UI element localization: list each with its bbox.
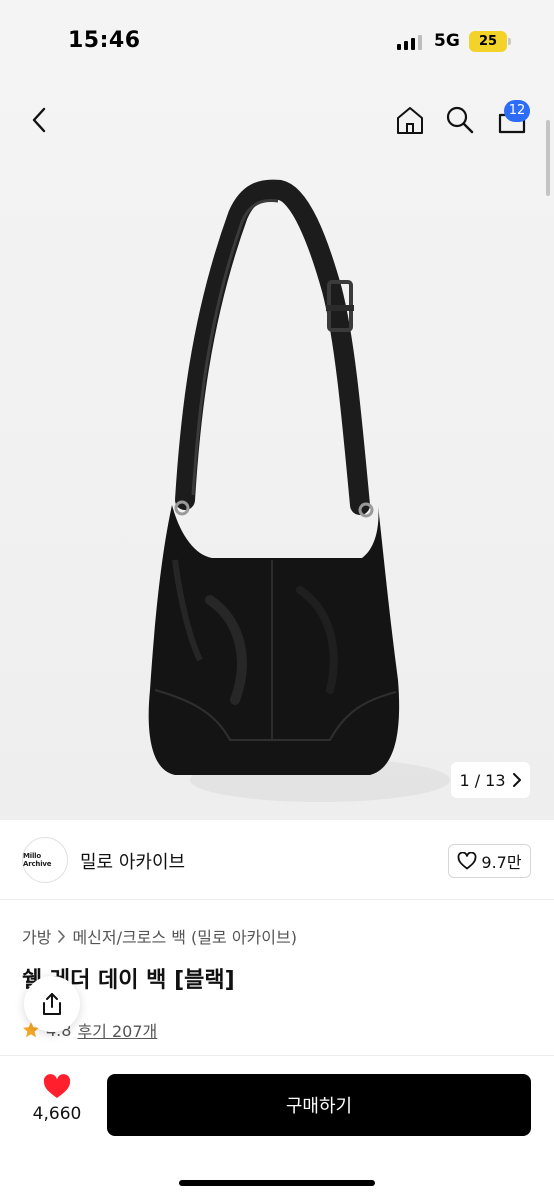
status-bar: 15:46 5G 25 [0, 0, 554, 84]
store-like-button[interactable]: 9.7만 [448, 844, 531, 878]
home-icon [397, 107, 423, 134]
image-counter-label: 1 / 13 [459, 770, 506, 790]
chevron-right-icon [58, 929, 66, 943]
battery-icon: 25 [469, 31, 507, 52]
breadcrumb-item[interactable]: 가방 [22, 924, 51, 948]
store-like-count: 9.7만 [481, 853, 522, 872]
search-button[interactable] [438, 98, 482, 142]
buy-button[interactable]: 구매하기 [107, 1074, 531, 1136]
battery-tip [508, 38, 511, 45]
wishlist-count: 4,660 [32, 1104, 82, 1124]
product-image[interactable] [0, 170, 554, 820]
search-icon [446, 106, 474, 134]
bottom-action-bar: 4,660 구매하기 [0, 1055, 554, 1200]
network-label: 5G [434, 31, 460, 51]
back-button[interactable] [18, 98, 62, 142]
seller-row[interactable]: Millo Archive 밀로 아카이브 9.7만 [0, 822, 554, 900]
signal-icon [397, 34, 422, 50]
chevron-left-icon [32, 107, 46, 133]
status-time: 15:46 [68, 28, 141, 53]
breadcrumb-item[interactable]: 메신저/크로스 백 (밀로 아카이브) [72, 924, 297, 948]
cart-count-badge: 12 [504, 100, 530, 122]
heart-outline-icon [458, 852, 477, 870]
chevron-right-icon [512, 773, 521, 787]
home-indicator[interactable] [179, 1180, 375, 1186]
home-button[interactable] [388, 98, 432, 142]
review-link[interactable]: 후기 207개 [77, 1018, 157, 1042]
image-counter[interactable]: 1 / 13 [451, 762, 530, 798]
seller-logo[interactable]: Millo Archive [22, 837, 68, 883]
breadcrumb: 가방 메신저/크로스 백 (밀로 아카이브) [22, 924, 297, 948]
seller-logo-text: Millo Archive [23, 852, 52, 868]
share-icon [43, 993, 61, 1015]
product-hero: 15:46 5G 25 12 1 / 13 [0, 0, 554, 820]
seller-name[interactable]: 밀로 아카이브 [80, 848, 185, 874]
share-button[interactable] [24, 976, 80, 1032]
wishlist-button[interactable]: 4,660 [22, 1074, 92, 1140]
heart-filled-icon [43, 1074, 71, 1098]
